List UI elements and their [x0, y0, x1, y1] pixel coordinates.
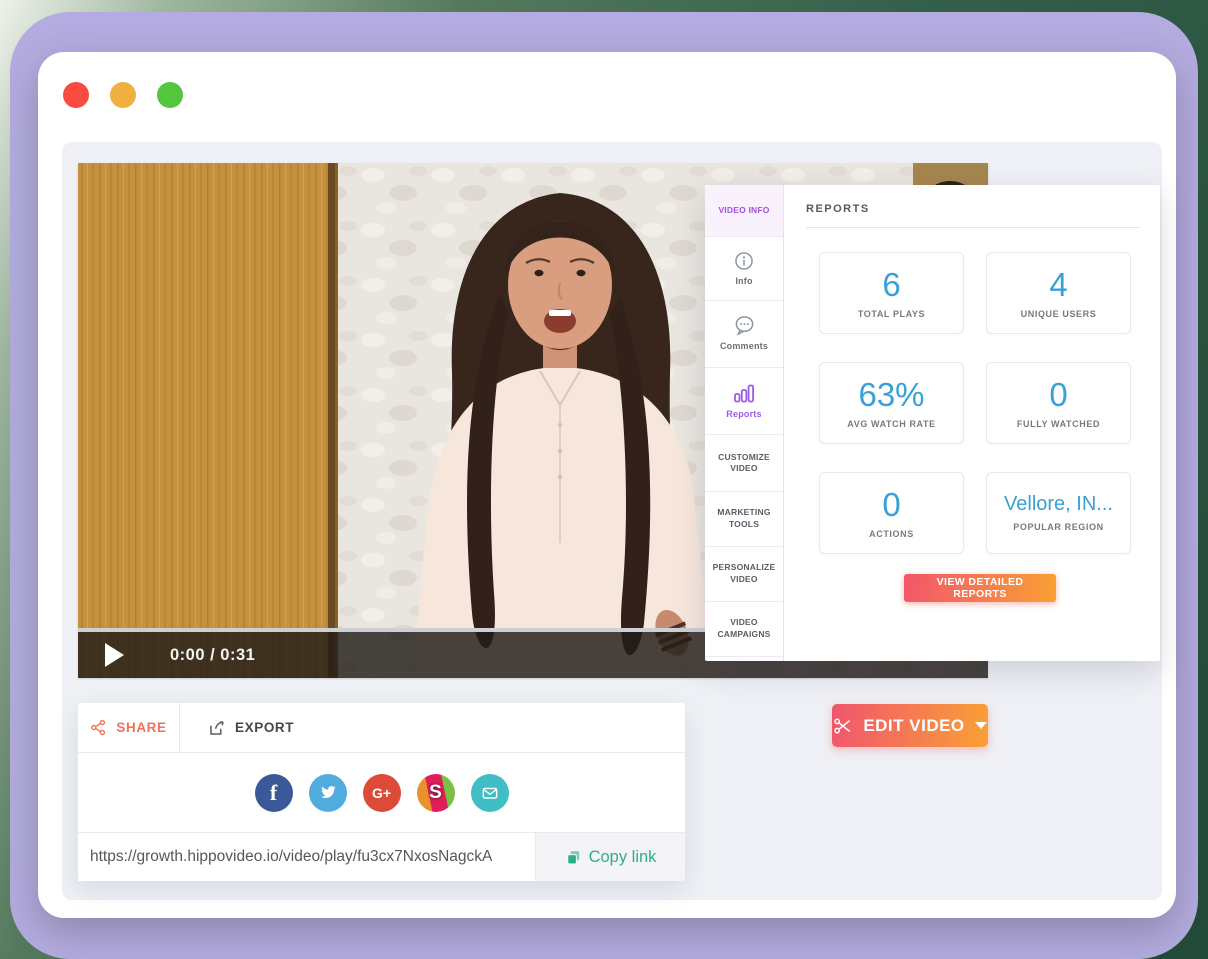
stat-label-actions: ACTIONS [869, 529, 914, 539]
slack-icon[interactable]: S [417, 774, 455, 812]
sidebar-label-publish-video: PUBLISH VIDEO [713, 657, 775, 661]
play-icon[interactable] [105, 643, 124, 667]
sidebar-item-publish-video[interactable]: PUBLISH VIDEO [705, 657, 783, 661]
sidebar-label-customize-video: CUSTOMIZE VIDEO [713, 452, 775, 476]
email-icon[interactable] [471, 774, 509, 812]
app-content-area: 0:00 / 0:31 SHARE [62, 142, 1162, 900]
tab-share[interactable]: SHARE [78, 703, 180, 752]
page: 0:00 / 0:31 SHARE [0, 0, 1208, 959]
share-panel: SHARE EXPORT f [78, 703, 685, 880]
google-plus-glyph: G+ [372, 785, 391, 801]
stat-label-fully-watched: FULLY WATCHED [1017, 419, 1100, 429]
tab-export[interactable]: EXPORT [180, 703, 294, 752]
info-icon [733, 250, 755, 272]
scissors-icon [833, 716, 853, 736]
facebook-icon[interactable]: f [255, 774, 293, 812]
video-time-display: 0:00 / 0:31 [170, 646, 255, 665]
stat-value-avg-watch-rate: 63% [858, 378, 924, 411]
stat-card-unique-users: 4 UNIQUE USERS [986, 252, 1131, 334]
sidebar-label-comments: Comments [720, 340, 768, 353]
sidebar-item-marketing-tools[interactable]: MARKETING TOOLS [705, 492, 783, 547]
tab-export-label: EXPORT [235, 720, 294, 735]
sidebar-item-info[interactable]: Info [705, 237, 783, 301]
google-plus-icon[interactable]: G+ [363, 774, 401, 812]
sidebar-label-video-campaigns: VIDEO CAMPAIGNS [713, 617, 775, 641]
sidebar-item-personalize-video[interactable]: PERSONALIZE VIDEO [705, 547, 783, 602]
share-tabs: SHARE EXPORT [78, 703, 685, 753]
share-icon [90, 719, 107, 736]
stat-card-fully-watched: 0 FULLY WATCHED [986, 362, 1131, 444]
stat-card-avg-watch-rate: 63% AVG WATCH RATE [819, 362, 964, 444]
facebook-glyph: f [270, 780, 277, 806]
tab-share-label: SHARE [116, 720, 166, 735]
close-window-button[interactable] [63, 82, 89, 108]
reports-title: REPORTS [806, 203, 870, 215]
video-info-sidebar: VIDEO INFO Info [705, 185, 784, 661]
stat-value-fully-watched: 0 [1049, 378, 1067, 411]
edit-video-label: EDIT VIDEO [863, 716, 964, 736]
chevron-down-icon [975, 722, 987, 729]
video-url-row: https://growth.hippovideo.io/video/play/… [78, 832, 685, 881]
stat-label-avg-watch-rate: AVG WATCH RATE [847, 419, 935, 429]
export-icon [208, 719, 226, 737]
minimize-window-button[interactable] [110, 82, 136, 108]
sidebar-item-video-info[interactable]: VIDEO INFO [705, 185, 783, 237]
copy-icon [565, 849, 582, 866]
stat-label-total-plays: TOTAL PLAYS [858, 309, 925, 319]
sidebar-label-marketing-tools: MARKETING TOOLS [713, 507, 775, 531]
twitter-bird-icon [317, 782, 338, 803]
stat-value-unique-users: 4 [1049, 268, 1067, 301]
reports-content: REPORTS 6 TOTAL PLAYS 4 UNIQUE USERS 63%… [784, 185, 1160, 661]
slack-glyph: S [429, 782, 442, 804]
sidebar-item-reports[interactable]: Reports [705, 368, 783, 436]
stat-label-popular-region: POPULAR REGION [1013, 522, 1103, 532]
stat-value-actions: 0 [882, 488, 900, 521]
sidebar-item-video-campaigns[interactable]: VIDEO CAMPAIGNS [705, 602, 783, 657]
copy-link-label: Copy link [589, 848, 657, 867]
stat-label-unique-users: UNIQUE USERS [1021, 309, 1097, 319]
sidebar-item-customize-video[interactable]: CUSTOMIZE VIDEO [705, 435, 783, 492]
reports-divider [806, 227, 1140, 228]
stat-card-actions: 0 ACTIONS [819, 472, 964, 554]
envelope-icon [480, 783, 500, 803]
zoom-window-button[interactable] [157, 82, 183, 108]
stat-value-total-plays: 6 [882, 268, 900, 301]
stat-card-total-plays: 6 TOTAL PLAYS [819, 252, 964, 334]
copy-link-button[interactable]: Copy link [535, 833, 685, 881]
stat-value-popular-region: Vellore, IN... [1004, 494, 1113, 514]
social-share-row: f G+ S [78, 753, 685, 832]
twitter-icon[interactable] [309, 774, 347, 812]
comments-icon [733, 314, 756, 337]
window-controls [63, 82, 183, 108]
stat-card-popular-region: Vellore, IN... POPULAR REGION [986, 472, 1131, 554]
sidebar-item-comments[interactable]: Comments [705, 301, 783, 368]
edit-video-button[interactable]: EDIT VIDEO [832, 704, 988, 747]
browser-window: 0:00 / 0:31 SHARE [38, 52, 1176, 918]
video-url-input[interactable]: https://growth.hippovideo.io/video/play/… [78, 833, 535, 881]
view-detailed-reports-button[interactable]: VIEW DETAILED REPORTS [904, 574, 1056, 602]
sidebar-label-personalize-video: PERSONALIZE VIDEO [713, 562, 776, 586]
sidebar-label-info: Info [735, 275, 752, 288]
reports-icon [732, 381, 756, 405]
sidebar-label-reports: Reports [726, 408, 761, 421]
reports-panel: VIDEO INFO Info [705, 185, 1160, 661]
sidebar-label-video-info: VIDEO INFO [718, 205, 769, 217]
